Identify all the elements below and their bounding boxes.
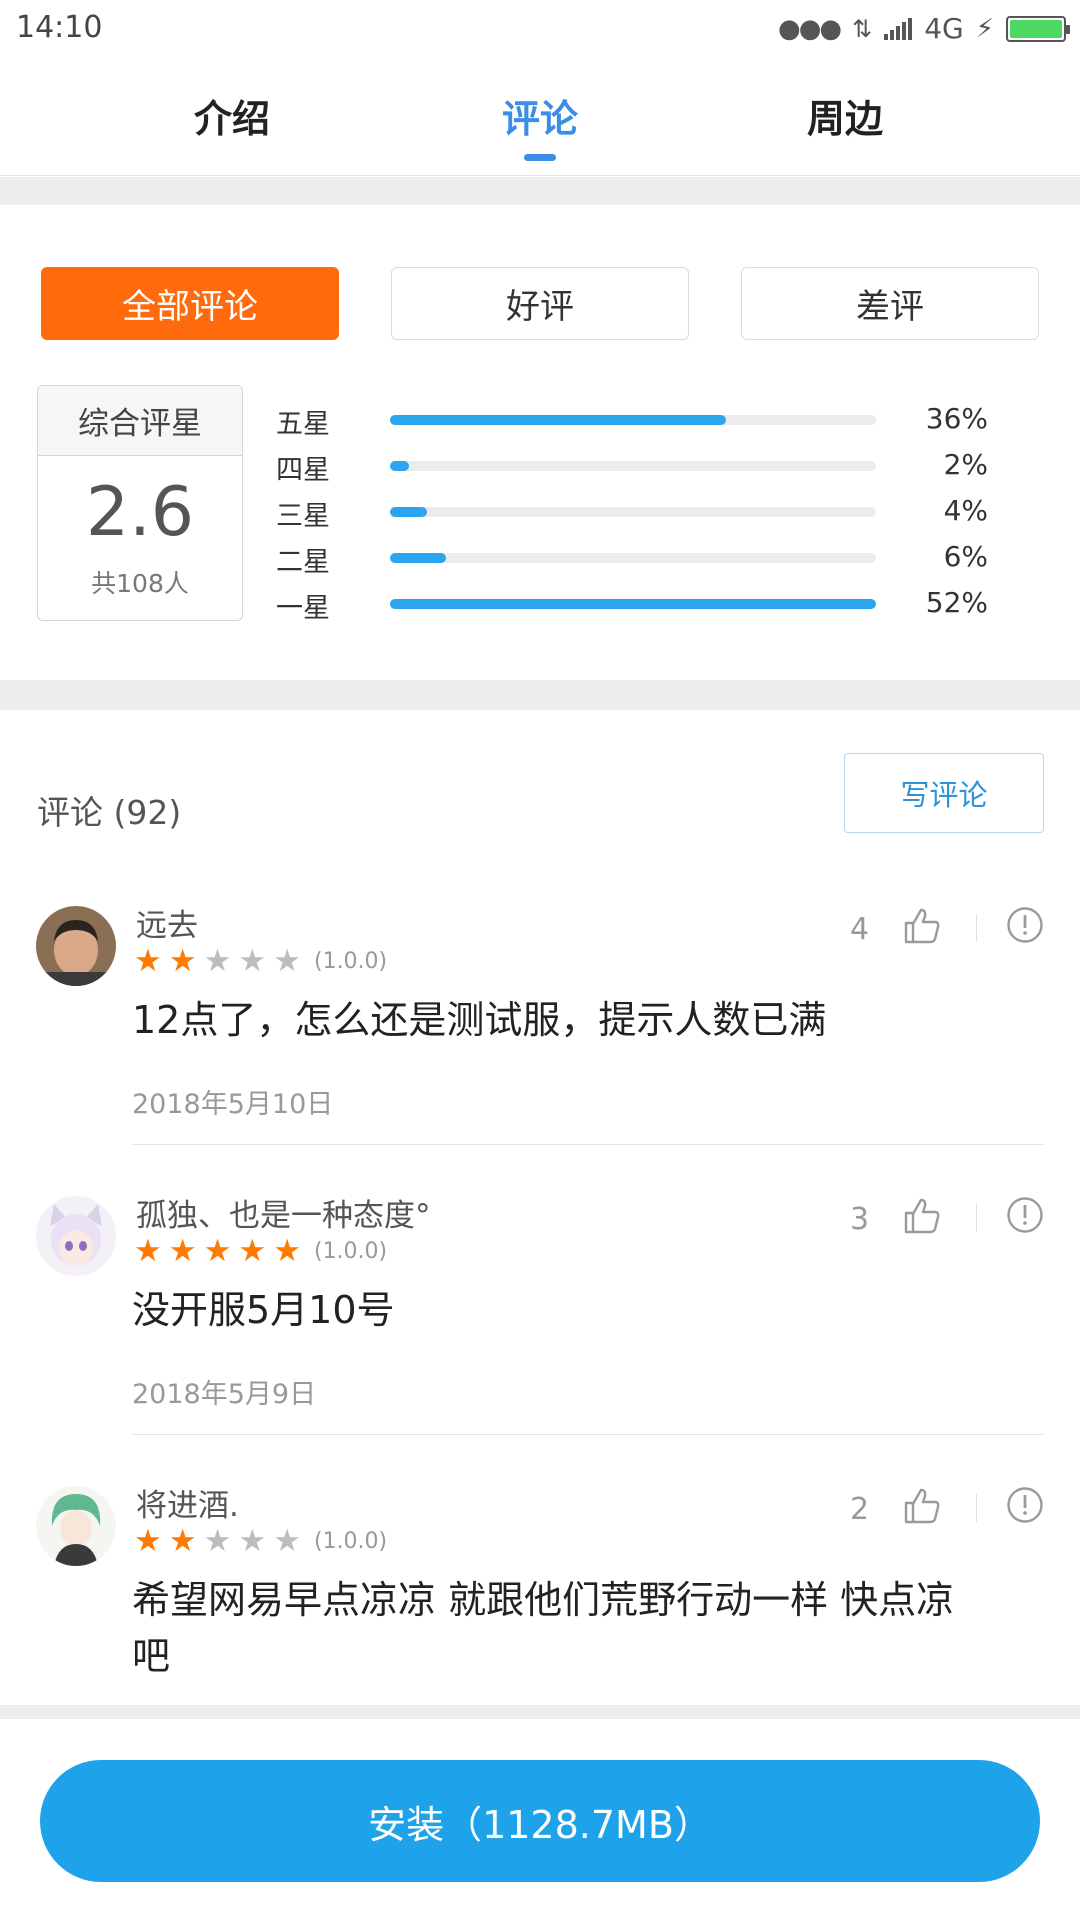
rating-bar-track — [390, 599, 876, 609]
rating-row-percent: 4% — [943, 494, 988, 527]
comment-divider — [132, 1434, 1044, 1435]
comment-author: 孤独、也是一种态度° — [136, 1198, 431, 1234]
data-transfer-icon: ⇅ — [852, 14, 873, 43]
section-divider — [0, 1705, 1080, 1719]
signal-icon — [884, 17, 913, 40]
overall-rating-title: 综合评星 — [38, 386, 242, 456]
network-type: 4G — [924, 12, 964, 45]
thumbs-up-icon[interactable] — [902, 906, 942, 946]
comment-text: 12点了，怎么还是测试服，提示人数已满 — [132, 998, 827, 1042]
overall-rating-score: 2.6 — [85, 473, 195, 552]
thumbs-up-icon[interactable] — [902, 1196, 942, 1236]
filter-all-button[interactable]: 全部评论 — [41, 267, 339, 340]
rating-row-label: 四星 — [276, 455, 330, 486]
section-divider — [0, 177, 1080, 205]
comment-version: (1.0.0) — [313, 1238, 388, 1264]
tab-related[interactable]: 周边 — [745, 88, 945, 143]
like-count: 4 — [850, 912, 870, 947]
battery-icon — [1006, 15, 1070, 42]
comment-version: (1.0.0) — [313, 948, 388, 974]
comment-date: 2018年5月10日 — [132, 1089, 334, 1120]
action-separator — [976, 1494, 977, 1522]
rating-bar-track — [390, 507, 876, 517]
rating-bar-fill — [390, 599, 876, 609]
rating-row-percent: 2% — [943, 448, 988, 481]
star-icon: ★ — [203, 943, 232, 979]
rating-bar-fill — [390, 461, 409, 471]
comment-stars: ★ ★ ★ ★ ★ (1.0.0) — [134, 1234, 387, 1268]
rating-row-label: 三星 — [276, 501, 330, 532]
rating-row-percent: 52% — [925, 586, 988, 619]
star-icon: ★ — [273, 1233, 301, 1269]
rating-row-4: 四星 2% — [276, 448, 996, 486]
rating-row-2: 二星 6% — [276, 540, 996, 578]
comment-date: 2018年5月9日 — [132, 1379, 317, 1410]
comment-divider — [132, 1144, 1044, 1145]
rating-row-5: 五星 36% — [276, 402, 996, 440]
tab-bar: 介绍 评论 周边 — [0, 60, 1080, 176]
star-icon: ★ — [203, 1523, 232, 1559]
action-separator — [976, 914, 977, 942]
overall-rating-count: 共108人 — [91, 569, 189, 598]
more-dots-icon: ●●● — [778, 13, 842, 44]
rating-row-label: 一星 — [276, 593, 330, 624]
rating-bar-track — [390, 461, 876, 471]
comment-stars: ★ ★ ★ ★ ★ (1.0.0) — [134, 944, 387, 978]
comment-author: 将进酒. — [136, 1488, 239, 1524]
tab-intro[interactable]: 介绍 — [132, 88, 332, 143]
comment-text: 希望网易早点凉凉 就跟他们荒野行动一样 快点凉吧 — [132, 1578, 955, 1678]
comment-text: 没开服5月10号 — [132, 1288, 395, 1332]
like-count: 2 — [850, 1492, 870, 1527]
status-time: 14:10 — [16, 10, 103, 45]
star-icon: ★ — [273, 1523, 301, 1559]
star-icon: ★ — [273, 943, 301, 979]
avatar[interactable] — [36, 1486, 116, 1566]
filter-negative-button[interactable]: 差评 — [741, 267, 1039, 340]
charging-icon: ⚡ — [975, 13, 994, 44]
rating-bar-fill — [390, 553, 447, 563]
star-icon: ★ — [134, 943, 162, 979]
rating-row-label: 二星 — [276, 547, 330, 578]
status-bar: 14:10 ●●● ⇅ 4G ⚡ — [0, 0, 1080, 60]
filter-positive-button[interactable]: 好评 — [391, 267, 689, 340]
action-separator — [976, 1204, 977, 1232]
install-button[interactable]: 安装（1128.7MB） — [40, 1760, 1040, 1882]
tab-indicator — [524, 154, 556, 161]
star-icon: ★ — [238, 943, 267, 979]
comment-author: 远去 — [136, 908, 198, 944]
report-icon[interactable] — [1006, 906, 1044, 944]
rating-row-3: 三星 4% — [276, 494, 996, 532]
star-icon: ★ — [134, 1523, 162, 1559]
rating-row-percent: 36% — [925, 402, 988, 435]
rating-row-1: 一星 52% — [276, 586, 996, 624]
rating-bar-track — [390, 415, 876, 425]
like-count: 3 — [850, 1202, 870, 1237]
comments-count-title: 评论 (92) — [37, 793, 182, 832]
rating-row-label: 五星 — [276, 409, 330, 440]
rating-bar-fill — [390, 415, 727, 425]
star-icon: ★ — [238, 1523, 267, 1559]
thumbs-up-icon[interactable] — [902, 1486, 942, 1526]
rating-bar-fill — [390, 507, 428, 517]
write-comment-button[interactable]: 写评论 — [844, 753, 1044, 833]
report-icon[interactable] — [1006, 1196, 1044, 1234]
star-icon: ★ — [238, 1233, 267, 1269]
star-icon: ★ — [168, 1233, 197, 1269]
overall-rating-card: 综合评星 2.6 共108人 — [37, 385, 243, 621]
avatar[interactable] — [36, 1196, 116, 1276]
status-icons: ●●● ⇅ 4G ⚡ — [778, 12, 1070, 45]
star-icon: ★ — [203, 1233, 232, 1269]
tab-comments[interactable]: 评论 — [440, 88, 640, 143]
avatar[interactable] — [36, 906, 116, 986]
comment-stars: ★ ★ ★ ★ ★ (1.0.0) — [134, 1524, 387, 1558]
rating-bar-track — [390, 553, 876, 563]
rating-row-percent: 6% — [943, 540, 988, 573]
section-divider — [0, 680, 1080, 710]
comment-version: (1.0.0) — [313, 1528, 388, 1554]
star-icon: ★ — [168, 1523, 197, 1559]
star-icon: ★ — [168, 943, 197, 979]
report-icon[interactable] — [1006, 1486, 1044, 1524]
star-icon: ★ — [134, 1233, 162, 1269]
